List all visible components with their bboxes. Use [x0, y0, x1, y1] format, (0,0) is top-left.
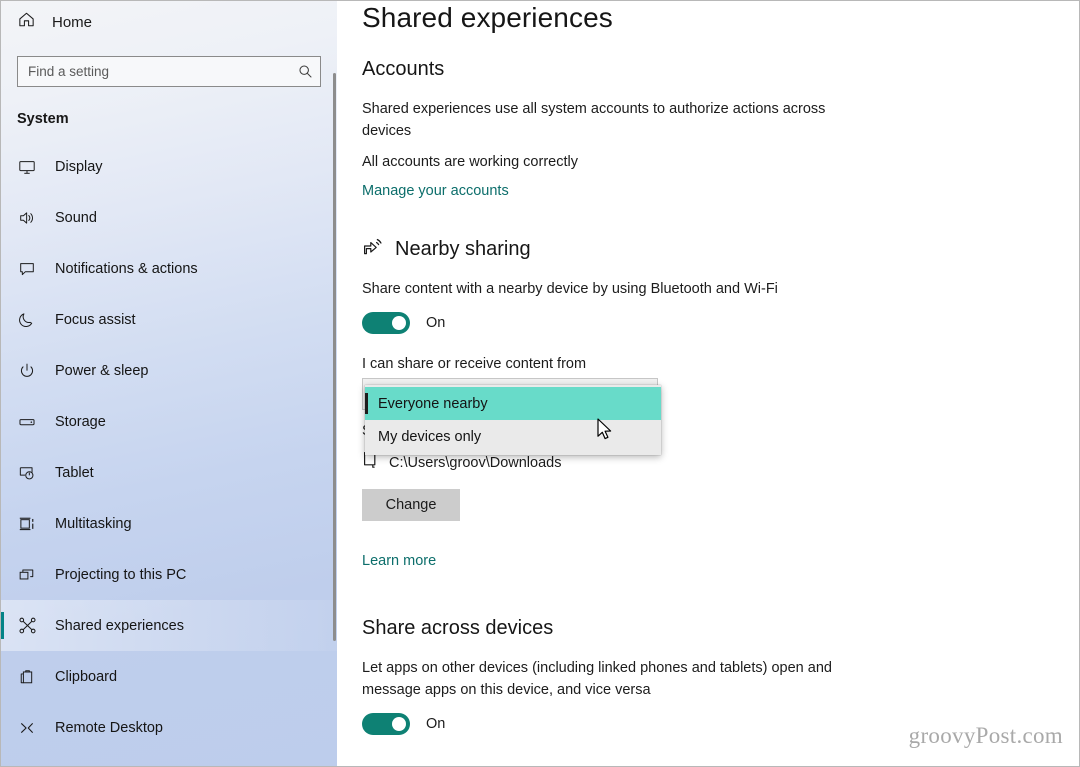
- search-box[interactable]: [17, 56, 321, 87]
- share-across-devices-toggle[interactable]: [362, 713, 410, 735]
- sidebar-scrollbar-thumb[interactable]: [333, 73, 336, 641]
- share-arrow-icon: [362, 236, 384, 263]
- nearby-sharing-toggle-state: On: [426, 315, 445, 331]
- sidebar-item-label: Clipboard: [55, 669, 117, 685]
- nearby-sharing-heading: Nearby sharing: [395, 238, 531, 261]
- sidebar-home[interactable]: Home: [1, 1, 337, 43]
- dropdown-option-my-devices-only[interactable]: My devices only: [365, 420, 661, 453]
- sidebar-item-power-sleep[interactable]: Power & sleep: [1, 345, 337, 396]
- sidebar-item-storage[interactable]: Storage: [1, 396, 337, 447]
- search-input[interactable]: [18, 64, 290, 79]
- accounts-description: Shared experiences use all system accoun…: [362, 98, 832, 142]
- change-folder-button[interactable]: Change: [362, 489, 460, 521]
- sidebar-item-label: Tablet: [55, 465, 94, 481]
- chat-bubble-icon: [17, 259, 37, 279]
- settings-window: Home System Displ: [0, 0, 1080, 767]
- sidebar-nav-list: Display Sound Notifica: [1, 141, 337, 753]
- dropdown-option-everyone-nearby[interactable]: Everyone nearby: [365, 387, 661, 420]
- nearby-sharing-toggle[interactable]: [362, 312, 410, 334]
- main-content: Shared experiences Accounts Shared exper…: [337, 1, 1079, 766]
- sidebar-item-label: Display: [55, 159, 103, 175]
- sidebar: Home System Displ: [1, 1, 337, 766]
- sidebar-item-label: Multitasking: [55, 516, 132, 532]
- tablet-icon: [17, 463, 37, 483]
- share-from-label: I can share or receive content from: [362, 356, 1079, 372]
- manage-your-accounts-link[interactable]: Manage your accounts: [362, 183, 509, 199]
- projecting-icon: [17, 565, 37, 585]
- sidebar-home-label: Home: [52, 14, 92, 31]
- nearby-sharing-description: Share content with a nearby device by us…: [362, 278, 832, 300]
- remote-desktop-icon: [17, 718, 37, 738]
- nearby-sharing-heading-row: Nearby sharing: [362, 236, 1079, 263]
- nearby-sharing-toggle-row: On: [362, 312, 1079, 334]
- sidebar-item-label: Power & sleep: [55, 363, 149, 379]
- sidebar-item-clipboard[interactable]: Clipboard: [1, 651, 337, 702]
- sidebar-item-tablet[interactable]: Tablet: [1, 447, 337, 498]
- sidebar-item-label: Projecting to this PC: [55, 567, 186, 583]
- sidebar-item-display[interactable]: Display: [1, 141, 337, 192]
- sidebar-item-label: Notifications & actions: [55, 261, 198, 277]
- learn-more-link[interactable]: Learn more: [362, 553, 436, 569]
- search-icon[interactable]: [290, 57, 320, 86]
- sidebar-item-label: Storage: [55, 414, 106, 430]
- watermark: groovyPost.com: [909, 723, 1063, 749]
- toggle-knob: [392, 316, 406, 330]
- sidebar-item-sound[interactable]: Sound: [1, 192, 337, 243]
- share-from-dropdown-list[interactable]: Everyone nearby My devices only: [365, 385, 661, 455]
- sidebar-item-shared-experiences[interactable]: Shared experiences: [1, 600, 337, 651]
- accounts-status: All accounts are working correctly: [362, 151, 832, 173]
- share-across-devices-description: Let apps on other devices (including lin…: [362, 657, 832, 701]
- accounts-heading: Accounts: [362, 55, 1079, 83]
- sidebar-item-label: Remote Desktop: [55, 720, 163, 736]
- monitor-icon: [17, 157, 37, 177]
- speaker-icon: [17, 208, 37, 228]
- sidebar-item-notifications[interactable]: Notifications & actions: [1, 243, 337, 294]
- sidebar-item-label: Shared experiences: [55, 618, 184, 634]
- sidebar-scrollbar[interactable]: [333, 1, 336, 766]
- clipboard-icon: [17, 667, 37, 687]
- sidebar-item-label: Sound: [55, 210, 97, 226]
- sidebar-item-label: Focus assist: [55, 312, 136, 328]
- moon-icon: [17, 310, 37, 330]
- sidebar-item-remote-desktop[interactable]: Remote Desktop: [1, 702, 337, 753]
- power-icon: [17, 361, 37, 381]
- drive-icon: [17, 412, 37, 432]
- sidebar-item-projecting[interactable]: Projecting to this PC: [1, 549, 337, 600]
- sidebar-item-multitasking[interactable]: Multitasking: [1, 498, 337, 549]
- share-nodes-icon: [17, 616, 37, 636]
- home-icon: [17, 10, 36, 34]
- toggle-knob: [392, 717, 406, 731]
- share-across-devices-heading: Share across devices: [362, 614, 1079, 642]
- save-path-value: C:\Users\groov\Downloads: [389, 455, 561, 471]
- page-title: Shared experiences: [362, 1, 1079, 37]
- sidebar-item-focus-assist[interactable]: Focus assist: [1, 294, 337, 345]
- share-across-devices-toggle-state: On: [426, 716, 445, 732]
- multitasking-icon: [17, 514, 37, 534]
- sidebar-section-title: System: [17, 111, 337, 127]
